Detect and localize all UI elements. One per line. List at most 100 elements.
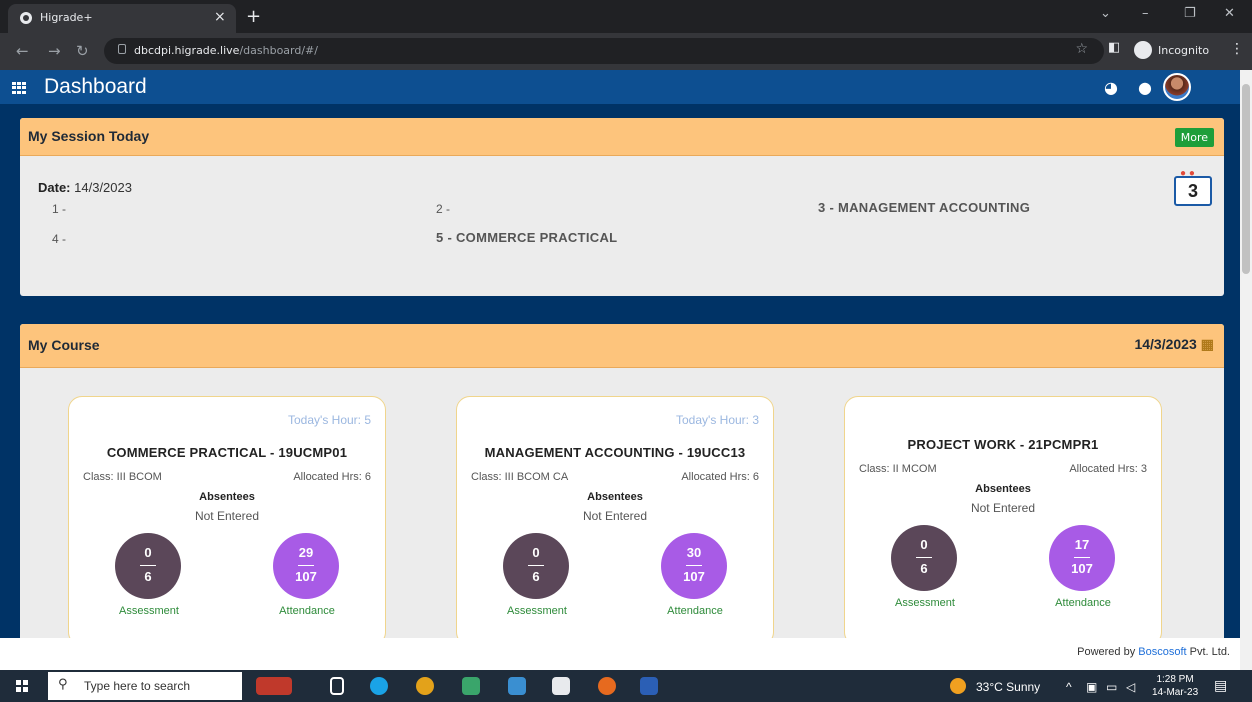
user-icon[interactable]: ●	[1138, 78, 1152, 97]
class-label: Class: II MCOM	[859, 463, 937, 475]
weather-sun-icon[interactable]	[950, 678, 966, 694]
assessment-label: Assessment	[895, 597, 955, 609]
task-view-icon[interactable]	[330, 677, 344, 695]
absentees-label: Absentees	[199, 491, 255, 503]
tray-chevron-icon[interactable]: ^	[1066, 680, 1072, 694]
course-panel: My Course 14/3/2023 ▦ Today's Hour: 5 COM…	[20, 324, 1224, 638]
new-tab-button[interactable]: +	[246, 6, 261, 27]
company-link[interactable]: Boscosoft	[1138, 646, 1186, 658]
browser-menu-icon[interactable]: ⋮	[1230, 41, 1244, 57]
absentees-label: Absentees	[975, 483, 1031, 495]
firefox-icon[interactable]	[598, 677, 616, 695]
session-slot-2: 2 -	[436, 202, 451, 216]
avatar[interactable]	[1163, 73, 1191, 101]
course-panel-title: My Course	[28, 337, 100, 353]
browser-toolbar: ← → ↻ dbcdpi.higrade.live/dashboard/#/ ☆…	[0, 33, 1252, 70]
apps-grid-icon[interactable]	[12, 82, 26, 94]
allocated-hours: Allocated Hrs: 6	[293, 471, 371, 483]
bookmark-star-icon[interactable]: ☆	[1075, 41, 1088, 57]
app-header: Dashboard ◕ ●	[0, 70, 1240, 104]
course-title: PROJECT WORK - 21PCMPR1	[907, 437, 1099, 452]
snipping-tool-icon[interactable]	[552, 677, 570, 695]
side-panel-icon[interactable]: ◧	[1108, 40, 1120, 55]
session-panel: My Session Today More Date: 14/3/2023 1 …	[20, 118, 1224, 296]
incognito-icon	[1134, 41, 1152, 59]
assessment-label: Assessment	[507, 605, 567, 617]
session-slot-1: 1 -	[52, 202, 67, 216]
attendance-circle[interactable]: 17 107	[1049, 525, 1115, 591]
attendance-circle[interactable]: 29 107	[273, 533, 339, 599]
incognito-label: Incognito	[1158, 44, 1210, 57]
lock-icon	[118, 44, 126, 54]
page-title: Dashboard	[44, 75, 147, 98]
scrollbar-thumb[interactable]	[1242, 84, 1250, 274]
course-card[interactable]: Today's Hour: 5 COMMERCE PRACTICAL - 19U…	[68, 396, 386, 638]
course-card[interactable]: PROJECT WORK - 21PCMPR1 Class: II MCOM A…	[844, 396, 1162, 638]
address-bar[interactable]: dbcdpi.higrade.live/dashboard/#/ ☆	[104, 38, 1104, 64]
assessment-circle[interactable]: 06	[115, 533, 181, 599]
session-slot-5: 5 - COMMERCE PRACTICAL	[436, 230, 618, 245]
network-icon[interactable]: ▣	[1086, 680, 1097, 694]
clock-date: 14-Mar-23	[1152, 687, 1199, 698]
assessment-circle[interactable]: 06	[891, 525, 957, 591]
display-icon[interactable]: ▭	[1106, 680, 1117, 694]
todays-hour: Today's Hour: 5	[288, 413, 371, 427]
course-card[interactable]: Today's Hour: 3 MANAGEMENT ACCOUNTING - …	[456, 396, 774, 638]
more-button[interactable]: More	[1174, 128, 1214, 147]
assessment-circle[interactable]: 06	[503, 533, 569, 599]
course-title: MANAGEMENT ACCOUNTING - 19UCC13	[484, 445, 746, 460]
attendance-label: Attendance	[1055, 597, 1111, 609]
word-icon[interactable]	[640, 677, 658, 695]
class-label: Class: III BCOM CA	[471, 471, 569, 483]
absentees-label: Absentees	[587, 491, 643, 503]
chrome-icon[interactable]	[416, 677, 434, 695]
search-highlight-icon[interactable]	[256, 677, 292, 695]
taskbar-clock[interactable]: 1:28 PM 14-Mar-23	[1152, 673, 1198, 699]
tab-search-chevron-icon[interactable]: ⌄	[1100, 6, 1111, 21]
absentees-status: Not Entered	[970, 501, 1036, 515]
dashboard-gauge-icon[interactable]: ◕	[1104, 78, 1118, 97]
windows-taskbar: ⚲ Type here to search 33°C Sunny ^ ▣ ▭ ◁…	[0, 670, 1252, 702]
todays-hour: Today's Hour: 3	[676, 413, 759, 427]
minimize-button[interactable]: –	[1142, 6, 1149, 21]
forward-icon[interactable]: →	[48, 42, 61, 60]
search-icon: ⚲	[58, 677, 68, 692]
calendar-icon[interactable]: ▦	[1201, 336, 1214, 352]
calculator-icon[interactable]	[508, 677, 526, 695]
page-footer: Powered by Boscosoft Pvt. Ltd.	[0, 638, 1240, 670]
windows-start-icon[interactable]	[16, 680, 28, 692]
app-viewport: Dashboard ◕ ● My Session Today More Date…	[0, 70, 1240, 638]
course-panel-header: My Course 14/3/2023 ▦	[20, 324, 1224, 368]
attendance-label: Attendance	[279, 605, 335, 617]
app-icon[interactable]	[462, 677, 480, 695]
edge-icon[interactable]	[370, 677, 388, 695]
weather-text[interactable]: 33°C Sunny	[976, 680, 1040, 694]
page-scrollbar[interactable]	[1240, 70, 1252, 670]
attendance-circle[interactable]: 30 107	[661, 533, 727, 599]
date-value: 14/3/2023	[74, 180, 132, 195]
tab-close-icon[interactable]: ×	[214, 9, 226, 25]
volume-icon[interactable]: ◁	[1126, 680, 1135, 694]
class-label: Class: III BCOM	[83, 471, 162, 483]
attendance-label: Attendance	[667, 605, 723, 617]
calendar-icon[interactable]: ● ● 3	[1172, 168, 1214, 206]
date-label: Date:	[38, 180, 71, 195]
tab-title: Higrade+	[40, 11, 93, 24]
notification-icon[interactable]: ▤	[1214, 677, 1227, 694]
taskbar-search-box[interactable]: ⚲ Type here to search	[48, 672, 242, 700]
assessment-label: Assessment	[119, 605, 179, 617]
restore-button[interactable]: ❐	[1184, 6, 1196, 21]
powered-by-text: Powered by Boscosoft Pvt. Ltd.	[1077, 646, 1230, 658]
close-window-button[interactable]: ✕	[1224, 6, 1235, 21]
course-date[interactable]: 14/3/2023 ▦	[1134, 336, 1214, 353]
back-icon[interactable]: ←	[16, 42, 29, 60]
session-date: Date: 14/3/2023	[38, 180, 132, 195]
browser-tab[interactable]: Higrade+ ×	[8, 4, 236, 33]
course-title: COMMERCE PRACTICAL - 19UCMP01	[106, 445, 348, 460]
calendar-day: 3	[1174, 176, 1212, 206]
reload-icon[interactable]: ↻	[76, 42, 89, 60]
site-favicon-icon	[20, 12, 32, 24]
session-panel-header: My Session Today More	[20, 118, 1224, 156]
allocated-hours: Allocated Hrs: 6	[681, 471, 759, 483]
session-panel-body: Date: 14/3/2023 1 - 2 - 3 - MANAGEMENT A…	[20, 156, 1224, 296]
